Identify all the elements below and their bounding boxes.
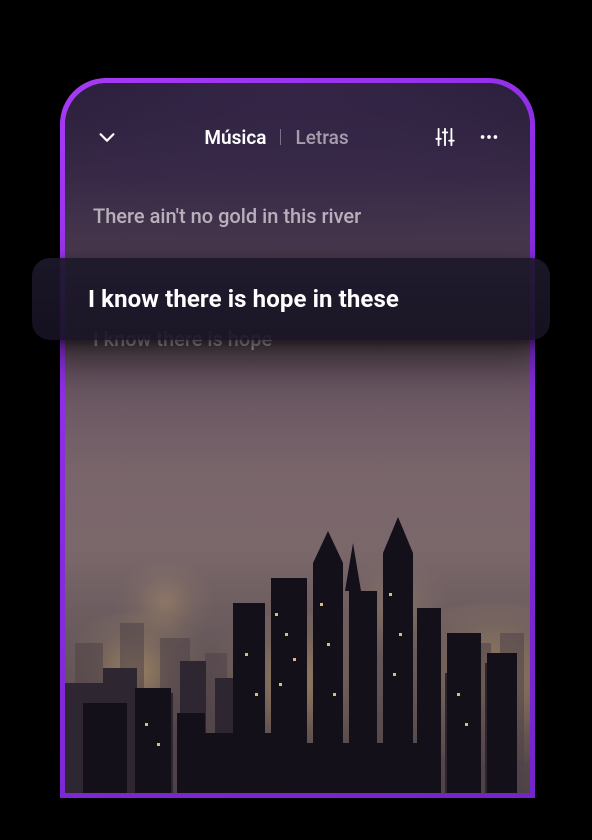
view-tabs: Música Letras (121, 126, 432, 149)
tab-separator (280, 129, 281, 145)
collapse-button[interactable] (93, 123, 121, 151)
top-bar: Música Letras (65, 117, 530, 157)
equalizer-button[interactable] (432, 124, 458, 150)
phone-frame: Música Letras (60, 78, 535, 798)
sliders-icon (434, 126, 456, 148)
tab-lyrics[interactable]: Letras (295, 126, 348, 149)
lyric-line-prev[interactable]: There ain't no gold in this river (93, 203, 502, 230)
more-button[interactable] (476, 124, 502, 150)
more-horizontal-icon (478, 126, 500, 148)
skyline-graphic (65, 493, 530, 793)
top-bar-actions (432, 124, 502, 150)
stage: Música Letras (0, 0, 592, 840)
phone-screen: Música Letras (65, 83, 530, 793)
current-lyric-highlight[interactable]: I know there is hope in these (32, 258, 550, 340)
lyric-line-current: I know there is hope in these (88, 285, 399, 313)
tab-music[interactable]: Música (204, 126, 266, 149)
chevron-down-icon (96, 126, 118, 148)
